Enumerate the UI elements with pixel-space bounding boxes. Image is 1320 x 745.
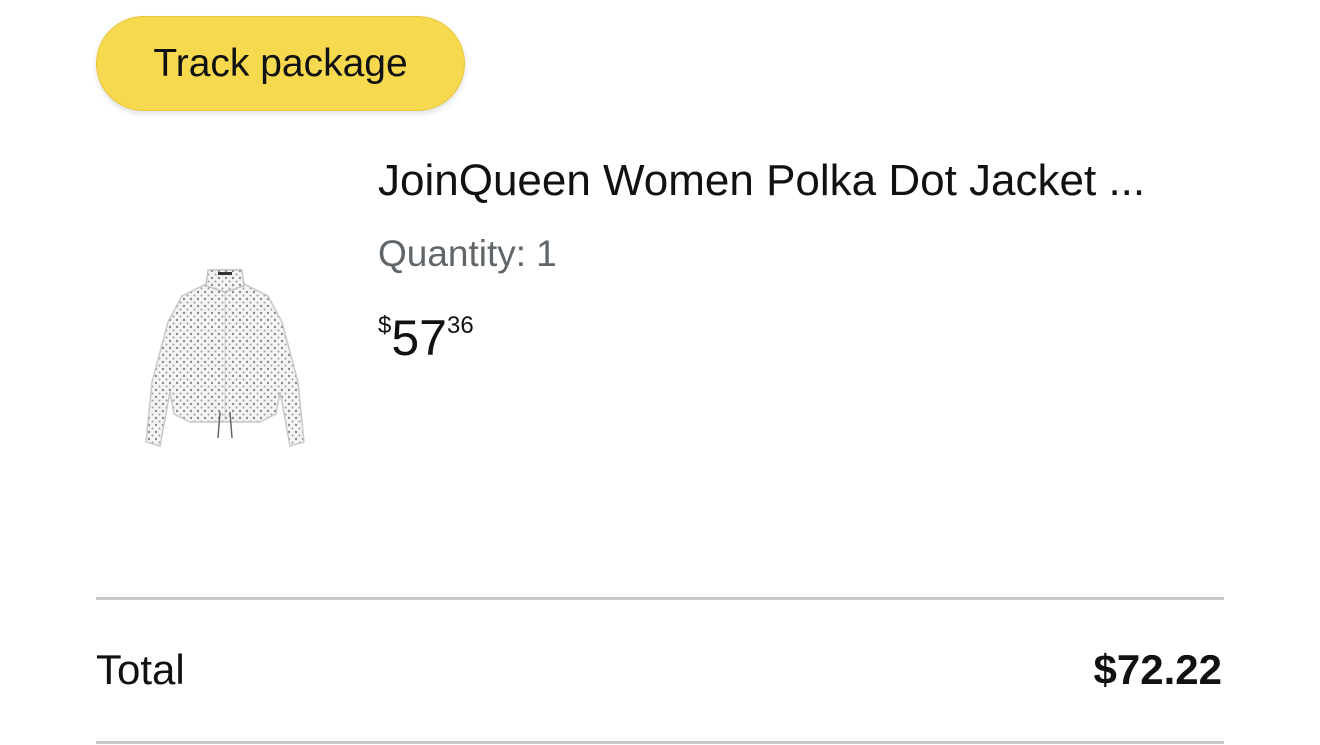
quantity: Quantity: 1 <box>378 232 557 276</box>
divider <box>96 741 1224 744</box>
total-label: Total <box>96 646 185 693</box>
divider <box>96 597 1224 600</box>
price-fraction: 36 <box>446 312 474 339</box>
quantity-label: Quantity: <box>378 233 527 274</box>
quantity-value: 1 <box>536 233 557 274</box>
price-currency-symbol: $ <box>378 312 392 339</box>
polka-dot-jacket-icon <box>145 269 305 447</box>
product-title-link[interactable]: JoinQueen Women Polka Dot Jacket ... <box>378 155 1145 207</box>
total-value: $72.22 <box>1093 646 1222 693</box>
product-image[interactable] <box>140 262 310 458</box>
track-package-button[interactable]: Track package <box>96 16 465 111</box>
item-price: $5736 <box>378 308 474 368</box>
price-whole: 57 <box>391 310 447 366</box>
order-detail-page: Track package JoinQueen Women Polka Dot … <box>0 0 1320 745</box>
